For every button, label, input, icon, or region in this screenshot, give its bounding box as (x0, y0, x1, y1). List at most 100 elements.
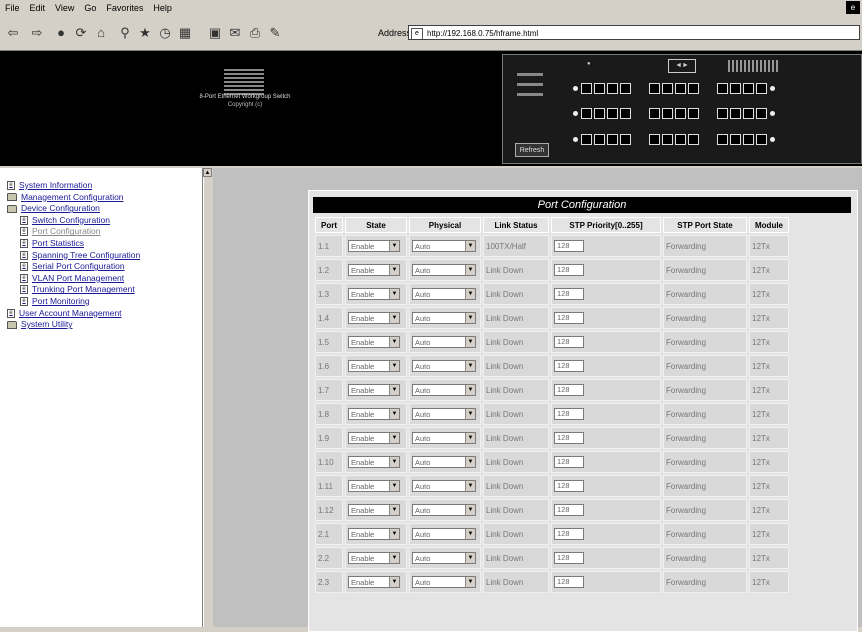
stp-priority-input[interactable]: 128 (554, 264, 584, 276)
stp-priority-cell: 128 (551, 547, 661, 569)
stp-priority-input[interactable]: 128 (554, 528, 584, 540)
physical-value: Auto (415, 313, 431, 323)
nav-item-serial-port-configuration[interactable]: e Serial Port Configuration (20, 261, 125, 272)
table-row: 1.11 Enable ▼ Auto ▼ Link Down 128 Forwarding 12… (315, 475, 789, 497)
stp-priority-input[interactable]: 128 (554, 384, 584, 396)
state-select[interactable]: Enable ▼ (348, 576, 400, 588)
stp-priority-input[interactable]: 128 (554, 480, 584, 492)
physical-select[interactable]: Auto ▼ (412, 312, 476, 324)
physical-select[interactable]: Auto ▼ (412, 336, 476, 348)
history-icon[interactable]: ◷ (156, 24, 174, 42)
stp-priority-input[interactable]: 128 (554, 432, 584, 444)
table-title: Port Configuration (313, 197, 851, 213)
nav-item-system-information[interactable]: e System Information (7, 180, 92, 191)
state-select[interactable]: Enable ▼ (348, 528, 400, 540)
stp-priority-input[interactable]: 128 (554, 408, 584, 420)
nav-item-vlan-port-management[interactable]: e VLAN Port Management (20, 273, 124, 284)
forward-arrow-icon[interactable]: ⇨ (28, 24, 46, 42)
menu-file[interactable]: File (0, 3, 25, 13)
nav-item-port-configuration[interactable]: e Port Configuration (20, 226, 101, 237)
back-arrow-icon[interactable]: ⇦ (4, 24, 22, 42)
channels-icon[interactable]: ▦ (176, 24, 194, 42)
nav-item-trunking-port-management[interactable]: e Trunking Port Management (20, 284, 135, 295)
nav-item-port-statistics[interactable]: e Port Statistics (20, 238, 84, 249)
stp-priority-input[interactable]: 128 (554, 336, 584, 348)
fullscreen-icon[interactable]: ▣ (206, 24, 224, 42)
physical-select[interactable]: Auto ▼ (412, 504, 476, 516)
state-select[interactable]: Enable ▼ (348, 480, 400, 492)
ethernet-port-icon (581, 107, 592, 119)
home-icon[interactable]: ⌂ (92, 24, 110, 42)
ethernet-port-icon (717, 107, 728, 119)
nav-scrollbar[interactable] (203, 168, 213, 627)
physical-select[interactable]: Auto ▼ (412, 480, 476, 492)
ethernet-port-icon (717, 82, 728, 94)
menu-edit[interactable]: Edit (25, 3, 51, 13)
physical-select[interactable]: Auto ▼ (412, 432, 476, 444)
stop-icon[interactable]: ● (52, 24, 70, 42)
nav-item-port-monitoring[interactable]: e Port Monitoring (20, 296, 90, 307)
stp-priority-input[interactable]: 128 (554, 576, 584, 588)
page-icon: e (20, 250, 28, 260)
physical-select[interactable]: Auto ▼ (412, 408, 476, 420)
nav-item-spanning-tree-configuration[interactable]: e Spanning Tree Configuration (20, 250, 140, 261)
physical-select[interactable]: Auto ▼ (412, 552, 476, 564)
favorites-icon[interactable]: ★ (136, 24, 154, 42)
physical-select[interactable]: Auto ▼ (412, 360, 476, 372)
nav-item-system-utility[interactable]: System Utility (7, 319, 72, 330)
refresh-icon[interactable]: ⟳ (72, 24, 90, 42)
chevron-down-icon: ▼ (389, 385, 399, 395)
state-select[interactable]: Enable ▼ (348, 504, 400, 516)
state-select[interactable]: Enable ▼ (348, 360, 400, 372)
physical-select[interactable]: Auto ▼ (412, 528, 476, 540)
nav-item-management-configuration[interactable]: Management Configuration (7, 192, 124, 203)
state-select[interactable]: Enable ▼ (348, 264, 400, 276)
address-input[interactable]: e http://192.168.0.75/hframe.html (408, 25, 860, 40)
search-icon[interactable]: ⚲ (116, 24, 134, 42)
nav-item-label: Port Monitoring (32, 296, 90, 306)
state-select[interactable]: Enable ▼ (348, 336, 400, 348)
state-select[interactable]: Enable ▼ (348, 456, 400, 468)
menu-go[interactable]: Go (79, 3, 101, 13)
nav-item-user-account-management[interactable]: e User Account Management (7, 308, 122, 319)
state-select[interactable]: Enable ▼ (348, 552, 400, 564)
header-frame: 8-Port Ethernet Workgroup Switch Copyrig… (0, 51, 862, 166)
physical-select[interactable]: Auto ▼ (412, 384, 476, 396)
scroll-up-icon[interactable]: ▲ (203, 168, 212, 177)
stp-priority-input[interactable]: 128 (554, 360, 584, 372)
state-select[interactable]: Enable ▼ (348, 288, 400, 300)
menu-view[interactable]: View (50, 3, 79, 13)
stp-priority-input[interactable]: 128 (554, 240, 584, 252)
physical-select[interactable]: Auto ▼ (412, 576, 476, 588)
stp-priority-input[interactable]: 128 (554, 504, 584, 516)
physical-select[interactable]: Auto ▼ (412, 240, 476, 252)
nav-item-label: Management Configuration (21, 191, 124, 202)
physical-select[interactable]: Auto ▼ (412, 288, 476, 300)
stp-priority-input[interactable]: 128 (554, 312, 584, 324)
physical-select[interactable]: Auto ▼ (412, 456, 476, 468)
module-cell: 12Tx (749, 307, 789, 329)
physical-value: Auto (415, 433, 431, 443)
print-icon[interactable]: ⎙ (246, 24, 264, 42)
state-select[interactable]: Enable ▼ (348, 384, 400, 396)
menu-favorites[interactable]: Favorites (101, 3, 148, 13)
nav-item-switch-configuration[interactable]: e Switch Configuration (20, 215, 110, 226)
table-row: 1.2 Enable ▼ Auto ▼ Link Down 128 Forwarding 12T… (315, 259, 789, 281)
state-select[interactable]: Enable ▼ (348, 240, 400, 252)
state-cell: Enable ▼ (345, 451, 407, 473)
state-select[interactable]: Enable ▼ (348, 408, 400, 420)
table-row: 2.2 Enable ▼ Auto ▼ Link Down 128 Forwarding 12T… (315, 547, 789, 569)
menu-help[interactable]: Help (148, 3, 177, 13)
mail-icon[interactable]: ✉ (226, 24, 244, 42)
stp-priority-input[interactable]: 128 (554, 288, 584, 300)
edit-icon[interactable]: ✎ (266, 24, 284, 42)
nav-item-device-configuration[interactable]: Device Configuration (7, 203, 100, 214)
stp-priority-cell: 128 (551, 475, 661, 497)
state-select[interactable]: Enable ▼ (348, 432, 400, 444)
state-select[interactable]: Enable ▼ (348, 312, 400, 324)
physical-select[interactable]: Auto ▼ (412, 264, 476, 276)
stp-priority-input[interactable]: 128 (554, 552, 584, 564)
physical-cell: Auto ▼ (409, 547, 481, 569)
stp-priority-input[interactable]: 128 (554, 456, 584, 468)
refresh-button[interactable]: Refresh (515, 143, 549, 157)
